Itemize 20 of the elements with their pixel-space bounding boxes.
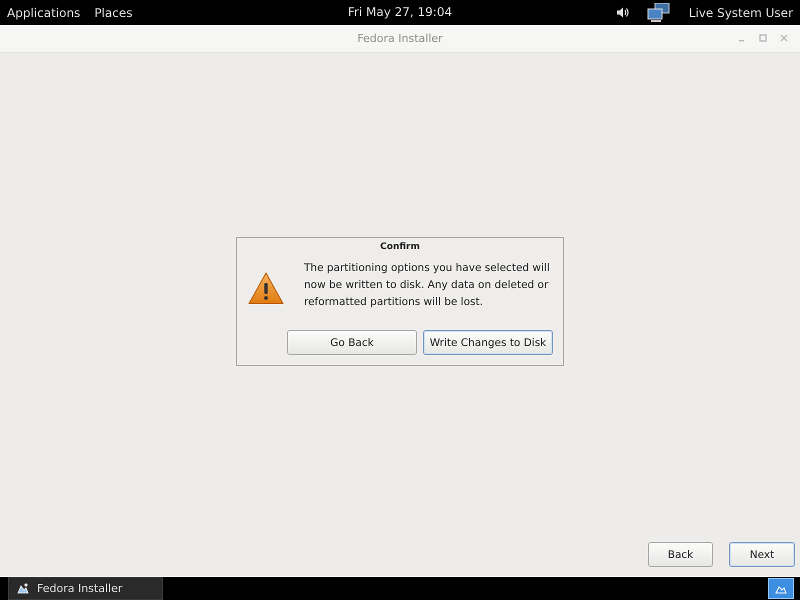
- dialog-button[interactable]: Write Changes to Disk: [423, 330, 553, 355]
- maximize-icon[interactable]: [759, 34, 767, 42]
- clock[interactable]: Fri May 27, 19:04: [348, 5, 452, 19]
- menu-item[interactable]: Applications: [7, 6, 80, 20]
- window-title: Fedora Installer: [357, 32, 443, 45]
- warning-icon: [248, 272, 284, 305]
- dialog-title: Confirm: [379, 242, 421, 252]
- confirm-message: The partitioning options you have selected will now be written to disk. Any data on deleted or reformatted partitions will be lost.: [303, 261, 551, 310]
- nav-button[interactable]: Back: [648, 542, 713, 567]
- network-icon[interactable]: [646, 2, 671, 22]
- taskbar-item[interactable]: Fedora Installer: [8, 577, 163, 600]
- installer-icon: [17, 583, 29, 594]
- user-menu[interactable]: Live System User: [688, 6, 793, 20]
- close-icon[interactable]: [780, 34, 788, 42]
- volume-icon[interactable]: [616, 7, 629, 18]
- dialog-button[interactable]: Go Back: [287, 330, 417, 355]
- landscape-icon: [775, 584, 787, 594]
- nav-button[interactable]: Next: [729, 542, 795, 567]
- menu-item[interactable]: Places: [94, 6, 132, 20]
- workspace-switcher[interactable]: [768, 578, 794, 599]
